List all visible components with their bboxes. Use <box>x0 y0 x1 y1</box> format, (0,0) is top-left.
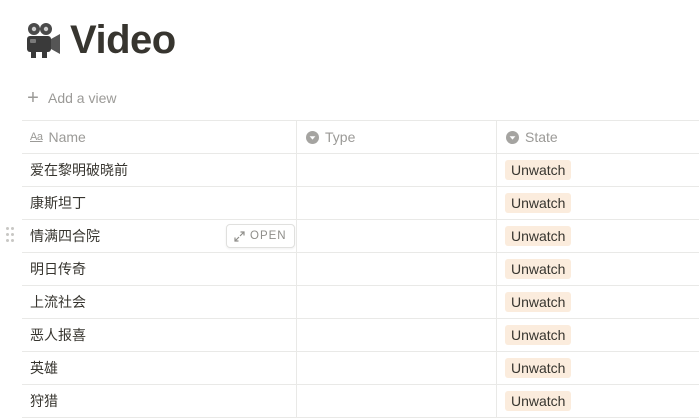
movie-camera-icon[interactable] <box>22 20 62 60</box>
state-tag: Unwatch <box>505 193 572 213</box>
select-property-icon <box>505 130 519 144</box>
table-row[interactable]: 情满四合院 Unwatch OPEN <box>22 220 699 253</box>
name-cell[interactable]: 狩猎 <box>22 385 297 417</box>
state-cell[interactable]: Unwatch <box>497 385 699 417</box>
type-cell[interactable] <box>297 385 497 417</box>
type-cell[interactable] <box>297 319 497 351</box>
table-header: Aa Name Type State <box>22 120 699 154</box>
table-row[interactable]: 狩猎 Unwatch <box>22 385 699 418</box>
state-tag: Unwatch <box>505 259 572 279</box>
expand-icon <box>234 230 245 242</box>
name-cell[interactable]: 爱在黎明破晓前 <box>22 154 297 186</box>
column-header-label: State <box>525 129 558 145</box>
table-row[interactable]: 康斯坦丁 Unwatch <box>22 187 699 220</box>
state-cell[interactable]: Unwatch <box>497 319 699 351</box>
state-tag: Unwatch <box>505 358 572 378</box>
table-row[interactable]: 英雄 Unwatch <box>22 352 699 385</box>
row-name: 上流社会 <box>30 295 86 311</box>
add-view-label: Add a view <box>48 90 117 106</box>
state-tag: Unwatch <box>505 160 572 180</box>
column-header-label: Type <box>325 129 356 145</box>
add-view-button[interactable]: + Add a view <box>26 88 116 108</box>
page-title[interactable]: Video <box>70 18 176 63</box>
drag-handle[interactable] <box>6 227 14 243</box>
column-header-state[interactable]: State <box>497 121 699 153</box>
type-cell[interactable] <box>297 220 497 252</box>
column-header-type[interactable]: Type <box>297 121 497 153</box>
plus-icon: + <box>27 87 39 109</box>
state-cell[interactable]: Unwatch <box>497 352 699 384</box>
name-cell[interactable]: 上流社会 <box>22 286 297 318</box>
name-cell[interactable]: 恶人报喜 <box>22 319 297 351</box>
table-row[interactable]: 爱在黎明破晓前 Unwatch <box>22 154 699 187</box>
state-tag: Unwatch <box>505 325 572 345</box>
row-name: 狩猎 <box>30 394 58 410</box>
database-table: Aa Name Type State 爱在黎明破晓前 Unwatch 康斯坦丁 … <box>22 120 699 418</box>
type-cell[interactable] <box>297 253 497 285</box>
state-cell[interactable]: Unwatch <box>497 220 699 252</box>
type-cell[interactable] <box>297 352 497 384</box>
column-header-label: Name <box>48 129 86 145</box>
text-property-icon: Aa <box>30 131 43 143</box>
open-page-button[interactable]: OPEN <box>226 224 295 248</box>
state-tag: Unwatch <box>505 391 572 411</box>
row-name: 英雄 <box>30 361 58 377</box>
state-cell[interactable]: Unwatch <box>497 286 699 318</box>
name-cell[interactable]: 英雄 <box>22 352 297 384</box>
name-cell[interactable]: 康斯坦丁 <box>22 187 297 219</box>
type-cell[interactable] <box>297 187 497 219</box>
table-row[interactable]: 明日传奇 Unwatch <box>22 253 699 286</box>
row-name: 恶人报喜 <box>30 328 86 344</box>
column-header-name[interactable]: Aa Name <box>22 121 297 153</box>
table-row[interactable]: 恶人报喜 Unwatch <box>22 319 699 352</box>
type-cell[interactable] <box>297 286 497 318</box>
page-title-block: Video <box>22 14 176 66</box>
state-cell[interactable]: Unwatch <box>497 187 699 219</box>
open-label: OPEN <box>250 230 287 242</box>
select-property-icon <box>305 130 319 144</box>
table-row[interactable]: 上流社会 Unwatch <box>22 286 699 319</box>
row-name: 爱在黎明破晓前 <box>30 163 128 179</box>
state-cell[interactable]: Unwatch <box>497 154 699 186</box>
state-cell[interactable]: Unwatch <box>497 253 699 285</box>
row-name: 康斯坦丁 <box>30 196 86 212</box>
row-name: 情满四合院 <box>30 229 100 245</box>
name-cell[interactable]: 明日传奇 <box>22 253 297 285</box>
state-tag: Unwatch <box>505 226 572 246</box>
state-tag: Unwatch <box>505 292 572 312</box>
row-name: 明日传奇 <box>30 262 86 278</box>
type-cell[interactable] <box>297 154 497 186</box>
